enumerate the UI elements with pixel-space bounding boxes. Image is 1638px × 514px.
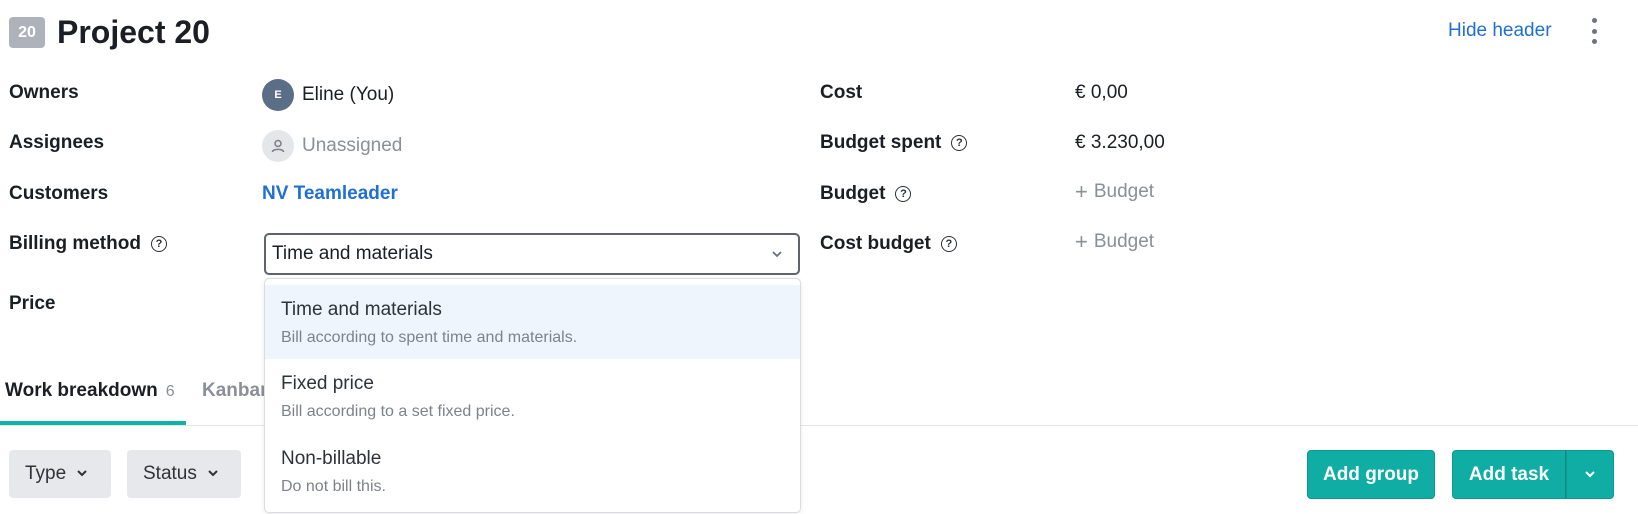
add-cost-budget-text: Budget: [1093, 231, 1155, 252]
help-icon[interactable]: ?: [940, 236, 957, 252]
option-description: Bill according to spent time and materia…: [281, 329, 578, 346]
budget-spent-label: Budget spent ?: [820, 132, 968, 154]
assignees-label: Assignees: [9, 132, 105, 153]
owners-label: Owners: [9, 82, 79, 103]
budget-label: Budget ?: [820, 183, 912, 205]
add-budget-text: Budget: [1093, 181, 1155, 202]
page-title: Project 20: [57, 14, 210, 50]
option-non-billable[interactable]: Non-billable Do not bill this.: [265, 434, 800, 508]
add-budget-button[interactable]: + Budget: [1075, 181, 1154, 203]
add-cost-budget-button[interactable]: + Budget: [1075, 231, 1154, 253]
assignees-text: Unassigned: [302, 135, 403, 156]
assignees-value[interactable]: Unassigned: [262, 130, 402, 162]
avatar: E: [262, 79, 294, 111]
tab-label: Kanban: [202, 380, 272, 401]
chevron-down-icon: [1584, 464, 1596, 486]
customer-link[interactable]: NV Teamleader: [262, 183, 398, 205]
option-title: Time and materials: [281, 299, 442, 320]
more-options-icon[interactable]: [1584, 16, 1604, 46]
project-number-badge: 20: [9, 17, 45, 48]
tab-bar: Work breakdown 6 Kanban: [0, 368, 1638, 426]
type-filter-button[interactable]: Type: [9, 450, 111, 498]
option-time-and-materials[interactable]: Time and materials Bill according to spe…: [265, 285, 800, 359]
add-task-button[interactable]: Add task: [1452, 450, 1566, 499]
help-icon[interactable]: ?: [951, 135, 968, 151]
tab-count: 6: [165, 383, 175, 400]
add-group-button[interactable]: Add group: [1307, 450, 1435, 499]
tab-kanban[interactable]: Kanban: [202, 380, 272, 402]
option-fixed-price[interactable]: Fixed price Bill according to a set fixe…: [265, 359, 800, 433]
cost-label: Cost: [820, 82, 863, 103]
option-title: Fixed price: [281, 373, 374, 394]
billing-method-label-text: Billing method: [9, 233, 141, 254]
status-filter-button[interactable]: Status: [127, 450, 241, 498]
customers-label: Customers: [9, 183, 109, 204]
cost-budget-label-text: Cost budget: [820, 233, 931, 254]
option-title: Non-billable: [281, 448, 382, 469]
cost-value: € 0,00: [1075, 82, 1128, 103]
budget-label-text: Budget: [820, 183, 886, 204]
chevron-down-icon: [770, 247, 784, 266]
active-tab-indicator: [0, 421, 186, 425]
plus-icon: +: [1075, 229, 1088, 254]
tab-work-breakdown[interactable]: Work breakdown 6: [5, 380, 175, 402]
owner-name: Eline (You): [302, 84, 395, 105]
billing-method-label: Billing method ?: [9, 233, 167, 255]
owner-value[interactable]: E Eline (You): [262, 79, 394, 111]
status-filter-label: Status: [143, 463, 197, 484]
billing-method-dropdown: Time and materials Bill according to spe…: [264, 278, 801, 513]
type-filter-label: Type: [25, 463, 67, 484]
tab-label: Work breakdown: [5, 380, 158, 401]
help-icon[interactable]: ?: [895, 186, 912, 202]
cost-budget-label: Cost budget ?: [820, 233, 957, 255]
budget-spent-label-text: Budget spent: [820, 132, 942, 153]
price-label: Price: [9, 293, 56, 314]
project-header: 20 Project 20: [9, 14, 210, 51]
hide-header-link[interactable]: Hide header: [1448, 20, 1552, 42]
plus-icon: +: [1075, 179, 1088, 204]
budget-spent-value: € 3.230,00: [1075, 132, 1165, 153]
chevron-down-icon: [76, 463, 88, 485]
billing-method-select[interactable]: Time and materials: [264, 233, 800, 275]
option-description: Do not bill this.: [281, 478, 386, 495]
user-placeholder-icon: [262, 130, 294, 162]
add-task-menu-button[interactable]: [1566, 450, 1614, 499]
option-description: Bill according to a set fixed price.: [281, 403, 515, 420]
chevron-down-icon: [207, 463, 219, 485]
billing-method-selected: Time and materials: [272, 243, 433, 264]
help-icon[interactable]: ?: [150, 236, 167, 252]
